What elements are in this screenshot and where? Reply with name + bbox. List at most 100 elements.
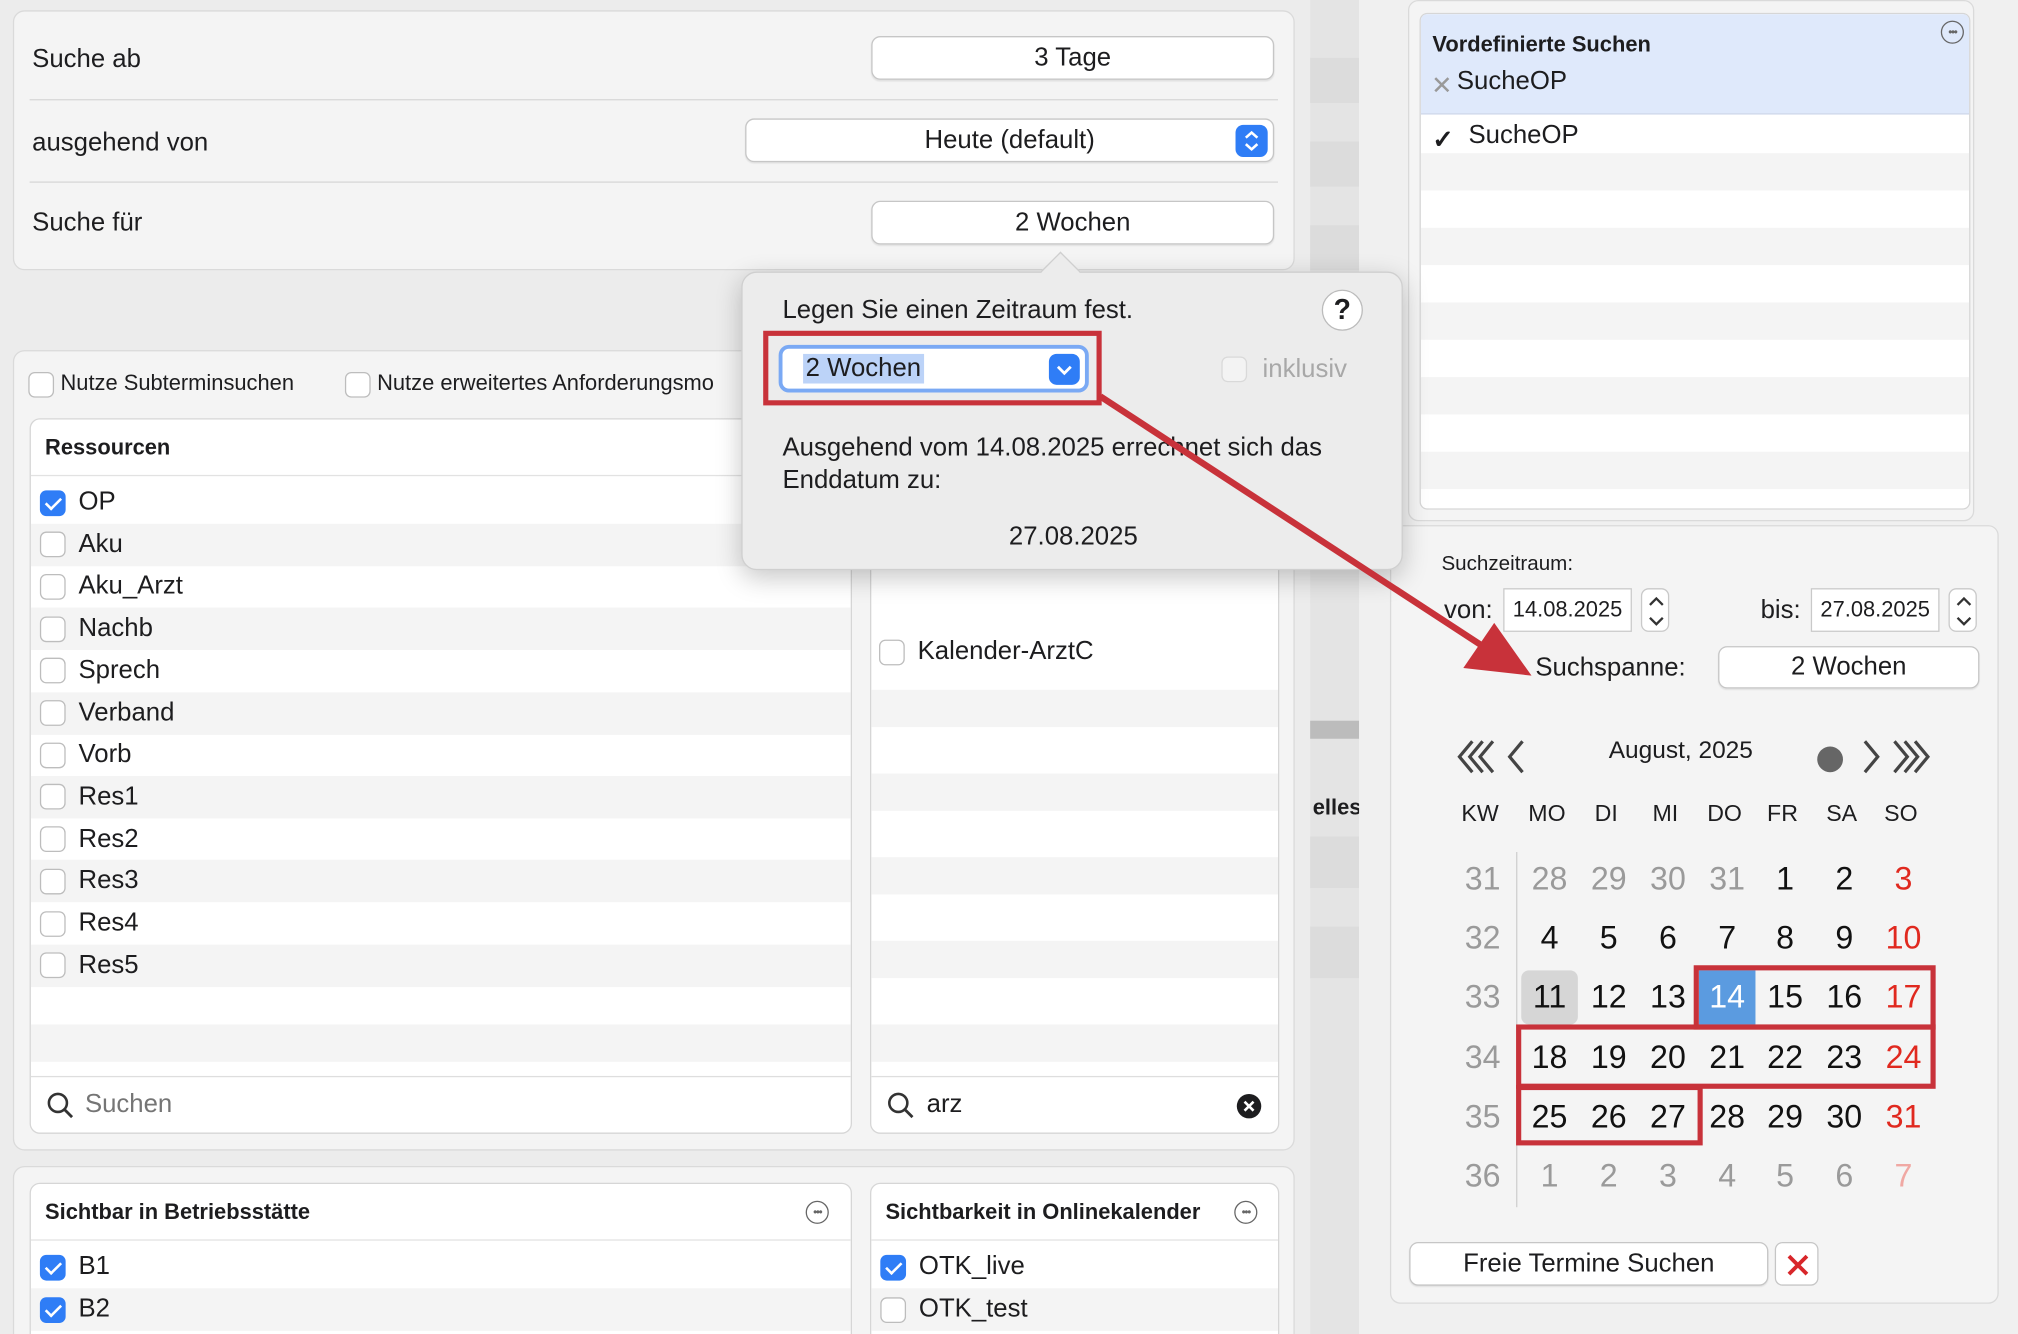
calendar-day[interactable]: 5 [1757, 1149, 1814, 1203]
middle-panel: elles [1310, 0, 1361, 1334]
list-item[interactable]: Res1 [30, 775, 851, 819]
calendar-day[interactable]: 9 [1816, 911, 1873, 965]
calendar-day[interactable]: 31 [1875, 1090, 1932, 1144]
next-month-icon[interactable] [1858, 736, 1884, 784]
calendar-day[interactable]: 6 [1816, 1149, 1873, 1203]
list-item[interactable]: B1 [31, 1246, 851, 1288]
starting-from-select[interactable]: Heute (default) [745, 118, 1275, 163]
list-item[interactable]: Res4 [31, 902, 851, 944]
inclusive-checkbox[interactable] [1221, 356, 1248, 383]
list-item-label: Nachb [78, 614, 153, 643]
b2-checkbox[interactable] [39, 1296, 66, 1323]
from-stepper-icon[interactable] [1640, 588, 1670, 632]
extended-checkbox[interactable] [344, 371, 371, 398]
period-select[interactable]: 2 Wochen [778, 344, 1089, 393]
prev-month-icon[interactable] [1503, 736, 1529, 784]
subterm-checkbox[interactable] [28, 371, 55, 398]
search-free-slots-button[interactable]: Freie Termine Suchen [1409, 1241, 1769, 1286]
otk-live-checkbox[interactable] [880, 1254, 907, 1280]
to-date-field[interactable]: 27.08.2025 [1810, 588, 1940, 632]
resource-checkbox[interactable] [39, 531, 66, 558]
more-icon[interactable]: ••• [1940, 20, 1964, 44]
predefined-item[interactable]: SucheOP [1468, 121, 1578, 151]
calendar-day[interactable]: 1 [1757, 852, 1814, 906]
calendar-header: DO [1707, 800, 1742, 827]
right-panel: Vordefinierte Suchen ••• ✕ SucheOP ✓ Suc… [1359, 0, 2018, 1334]
b1-checkbox[interactable] [39, 1254, 66, 1280]
resource-checkbox[interactable] [39, 615, 66, 642]
resource-checkbox[interactable] [39, 742, 66, 768]
calendar-day[interactable]: 7 [1875, 1149, 1932, 1203]
list-item[interactable]: Nachb [30, 607, 851, 651]
calendar-day[interactable]: 3 [1875, 852, 1932, 906]
visible-site-header: Sichtbar in Betriebsstätte [30, 1184, 851, 1241]
calendar-day[interactable]: 30 [1816, 1090, 1873, 1144]
resource-checkbox[interactable] [39, 952, 66, 979]
calendar-day[interactable]: 1 [1521, 1149, 1578, 1203]
calendar-day[interactable]: 4 [1699, 1149, 1756, 1203]
week-number: 35 [1464, 1098, 1501, 1135]
search-from-field[interactable]: 3 Tage [871, 36, 1275, 80]
calendar-day[interactable]: 2 [1580, 1149, 1637, 1203]
calendar-day[interactable]: 5 [1580, 911, 1637, 965]
list-item[interactable]: OP [31, 481, 851, 523]
list-item[interactable]: Sprech [31, 650, 851, 692]
clear-icon[interactable] [1236, 1093, 1262, 1119]
calendar-day[interactable]: 29 [1757, 1090, 1814, 1144]
resource-checkbox[interactable] [39, 700, 66, 726]
resource-checkbox[interactable] [39, 658, 66, 684]
list-item[interactable]: Verband [30, 691, 851, 735]
more-icon[interactable]: ••• [805, 1200, 829, 1224]
next-year-icon[interactable] [1889, 736, 1933, 784]
resource-checkbox[interactable] [39, 489, 66, 516]
resource-checkbox[interactable] [39, 910, 66, 937]
calendar-day[interactable]: 4 [1521, 911, 1578, 965]
inclusive-label: inklusiv [1262, 355, 1347, 384]
from-date-field[interactable]: 14.08.2025 [1503, 588, 1632, 632]
today-dot-icon[interactable] [1817, 746, 1843, 773]
calendar-day[interactable]: 11 [1521, 970, 1578, 1025]
calendar-day[interactable]: 29 [1580, 852, 1637, 906]
list-item[interactable]: Res2 [31, 818, 851, 860]
list-item[interactable]: OTK_test [871, 1288, 1278, 1331]
prev-year-icon[interactable] [1454, 736, 1498, 784]
calendar-day[interactable]: 30 [1640, 852, 1697, 906]
kalender-arztc-checkbox[interactable] [879, 638, 905, 665]
list-item[interactable]: Vorb [31, 734, 851, 776]
calendar-day[interactable]: 7 [1699, 911, 1756, 965]
calendar-day[interactable]: 8 [1757, 911, 1814, 965]
resource-checkbox[interactable] [39, 573, 66, 600]
resource-checkbox[interactable] [39, 868, 66, 895]
to-label: bis: [1760, 595, 1801, 625]
help-button[interactable]: ? [1321, 289, 1363, 331]
calendar-day[interactable]: 31 [1699, 852, 1756, 906]
calendar-day[interactable]: 3 [1640, 1149, 1697, 1203]
more-icon[interactable]: ••• [1234, 1200, 1258, 1224]
highlight-week-35 [1516, 1084, 1703, 1146]
otk-test-checkbox[interactable] [880, 1296, 907, 1323]
search-for-field[interactable]: 2 Wochen [871, 200, 1275, 245]
close-icon[interactable] [1774, 1241, 1819, 1286]
list-item[interactable]: B2 [30, 1288, 851, 1331]
list-item[interactable]: Aku [30, 523, 851, 566]
predefined-chip[interactable]: SucheOP [1457, 67, 1567, 97]
calendar-day[interactable]: 28 [1521, 852, 1578, 906]
resource-checkbox[interactable] [39, 784, 66, 811]
calendar-day[interactable]: 13 [1640, 971, 1697, 1025]
span-field[interactable]: 2 Wochen [1718, 646, 1980, 689]
to-stepper-icon[interactable] [1948, 588, 1977, 632]
resource-checkbox[interactable] [39, 826, 66, 853]
list-item[interactable]: Kalender-ArztC [871, 631, 1278, 673]
resources2-search-input[interactable]: arz [927, 1090, 963, 1120]
list-item[interactable]: Res5 [30, 944, 851, 987]
calendar-day[interactable]: 28 [1699, 1090, 1756, 1144]
calendar-day[interactable]: 6 [1640, 911, 1697, 965]
calendar-day[interactable]: 10 [1875, 911, 1932, 965]
list-item[interactable]: OTK_live [871, 1246, 1278, 1288]
list-item[interactable]: Aku_Arzt [31, 565, 851, 607]
list-item[interactable]: Res3 [30, 860, 851, 903]
calendar-day[interactable]: 2 [1816, 852, 1873, 906]
remove-chip-icon[interactable]: ✕ [1431, 69, 1453, 101]
calendar-day[interactable]: 12 [1580, 971, 1637, 1025]
resources-search-input[interactable] [84, 1083, 806, 1125]
